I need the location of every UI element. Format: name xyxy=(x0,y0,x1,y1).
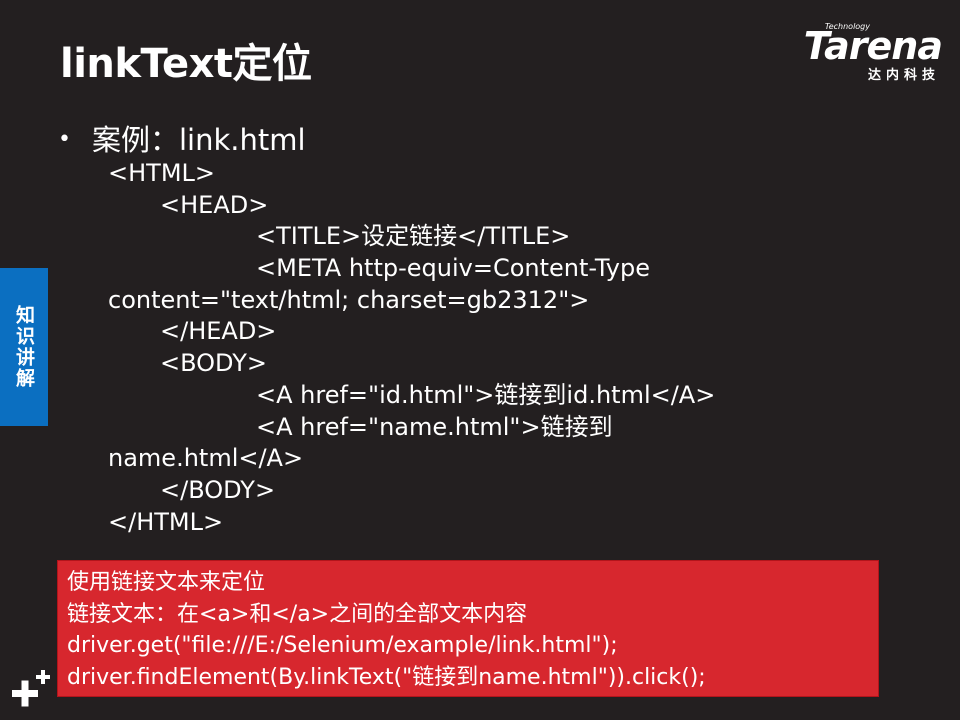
note-line: 使用链接文本来定位 xyxy=(67,570,266,595)
note-box: 使用链接文本来定位 链接文本：在<a>和</a>之间的全部文本内容 driver… xyxy=(57,560,879,697)
tarena-logo: Technology Tarena 达内科技 xyxy=(772,22,943,84)
code-line: <A href="id.html">链接到id.html</A> xyxy=(256,380,716,409)
logo-subtitle-text: 达内科技 xyxy=(867,68,940,83)
bullet-item: • 案例：link.html xyxy=(58,120,306,160)
code-line: <HTML> xyxy=(108,159,216,187)
note-line: driver.get("file:///E:/Selenium/example/… xyxy=(67,633,618,658)
code-line: name.html</A> xyxy=(108,444,304,473)
logo-brand-text: Tarena xyxy=(803,24,943,68)
html-code-block: <HTML> <HEAD> <TITLE>设定链接</TITLE> <META … xyxy=(108,158,788,538)
code-line: <BODY> xyxy=(160,349,267,378)
code-line: <META http-equiv=Content-Type xyxy=(256,254,650,283)
code-line: <TITLE>设定链接</TITLE> xyxy=(256,222,571,251)
code-line: <HEAD> xyxy=(160,190,269,219)
side-tab-knowledge: 知识讲解 xyxy=(0,268,48,426)
code-line: </HTML> xyxy=(108,507,224,536)
code-line: </HEAD> xyxy=(160,317,277,346)
note-line: 链接文本：在<a>和</a>之间的全部文本内容 xyxy=(67,601,528,627)
code-line: <A href="name.html">链接到 xyxy=(256,412,613,441)
bullet-dot-icon: • xyxy=(58,127,71,152)
slide-title: linkText定位 xyxy=(60,41,312,87)
side-tab-label: 知识讲解 xyxy=(13,305,35,389)
code-line: content="text/html; charset=gb2312"> xyxy=(108,285,590,314)
note-line: driver.findElement(By.linkText("链接到name.… xyxy=(67,664,706,690)
code-line: </BODY> xyxy=(160,475,276,504)
bullet-text: 案例：link.html xyxy=(92,123,306,157)
plus-decoration-icon xyxy=(12,670,50,707)
